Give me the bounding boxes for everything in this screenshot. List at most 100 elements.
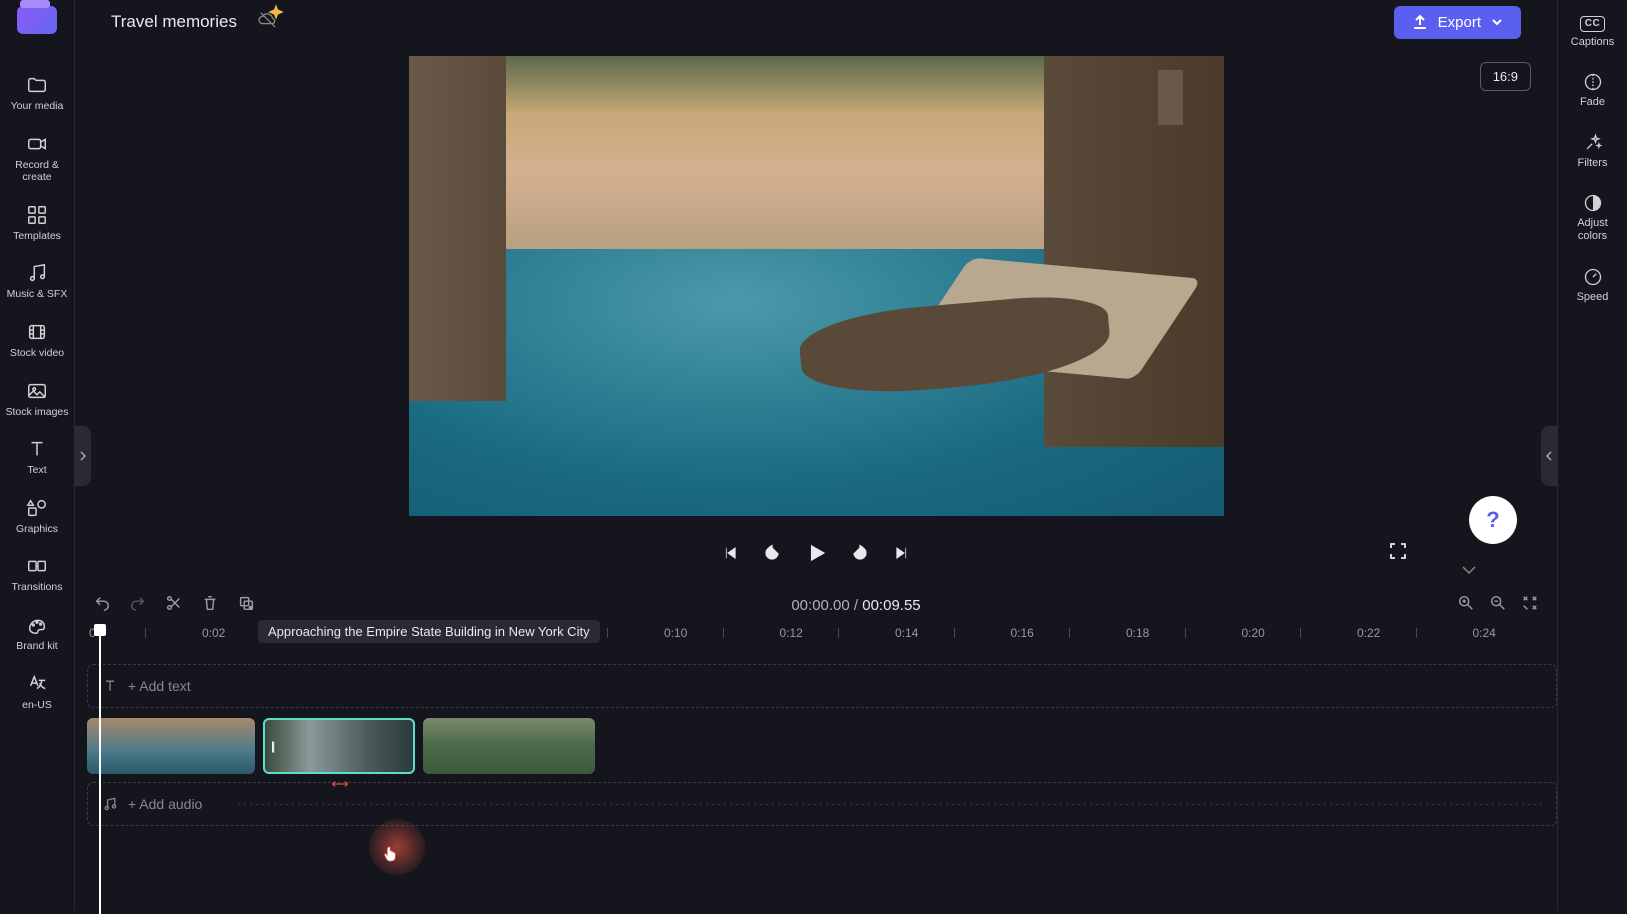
sidebar-item-brand-kit[interactable]: Brand kit: [3, 604, 71, 663]
zoom-out-button[interactable]: [1489, 594, 1507, 617]
templates-icon: [26, 204, 48, 226]
brand-kit-icon: [26, 614, 48, 636]
text-track[interactable]: + Add text Approaching the Empire State …: [87, 664, 1557, 708]
clip-trim-handle-icon: ||: [271, 739, 273, 753]
sidebar-item-stock-video[interactable]: Stock video: [3, 311, 71, 370]
sidebar-item-music-sfx[interactable]: Music & SFX: [3, 252, 71, 311]
zoom-in-button[interactable]: [1457, 594, 1475, 617]
sidebar-item-graphics[interactable]: Graphics: [3, 487, 71, 546]
ruler-minor-tick: [607, 628, 608, 638]
ruler-minor-tick: [954, 628, 955, 638]
ruler-tick-label: 0:24: [1473, 626, 1496, 640]
sidebar-item-stock-images[interactable]: Stock images: [3, 370, 71, 429]
ruler-minor-tick: [145, 628, 146, 638]
right-sidebar-item-captions[interactable]: CC Captions: [1563, 4, 1623, 60]
text-icon: [102, 678, 118, 694]
export-button[interactable]: Export: [1394, 6, 1521, 39]
sparkle-icon: [265, 3, 287, 21]
preview-area: 16:9 5 5 ?: [75, 44, 1557, 584]
transitions-icon: [26, 555, 48, 577]
undo-button[interactable]: [93, 594, 111, 617]
text-track-placeholder: + Add text: [128, 678, 191, 694]
skip-end-button[interactable]: [893, 544, 911, 562]
timeline-tracks: + Add text Approaching the Empire State …: [87, 664, 1557, 826]
cloud-sync-off-icon[interactable]: [257, 11, 279, 34]
skip-start-button[interactable]: [721, 544, 739, 562]
adjust-colors-icon: [1583, 193, 1603, 213]
film-icon: [26, 321, 48, 343]
right-sidebar-item-speed[interactable]: Speed: [1563, 255, 1623, 316]
delete-button[interactable]: [201, 594, 219, 617]
sidebar-item-label: en-US: [22, 699, 52, 712]
sidebar-item-label: Music & SFX: [7, 288, 68, 301]
ruler-minor-tick: [1069, 628, 1070, 638]
graphics-icon: [26, 497, 48, 519]
sidebar-item-label: Text: [27, 464, 46, 477]
sidebar-item-language[interactable]: en-US: [3, 663, 71, 722]
help-button[interactable]: ?: [1469, 496, 1517, 544]
playhead[interactable]: [99, 626, 101, 914]
sidebar-item-templates[interactable]: Templates: [3, 194, 71, 253]
folder-icon: [26, 74, 48, 96]
split-button[interactable]: [165, 594, 183, 617]
ruler-tick-label: 0:12: [780, 626, 803, 640]
sidebar-item-record-create[interactable]: Record & create: [3, 123, 71, 194]
sidebar-item-label: Your media: [11, 100, 64, 113]
ruler-tick-label: 0:16: [1011, 626, 1034, 640]
time-current: 00:00.00: [791, 597, 849, 614]
ruler-minor-tick: [838, 628, 839, 638]
right-sidebar-item-adjust-colors[interactable]: Adjust colors: [1563, 181, 1623, 254]
video-preview-canvas[interactable]: [409, 56, 1224, 516]
time-display: 00:00.00 / 00:09.55: [273, 597, 1439, 614]
right-sidebar-item-label: Fade: [1580, 96, 1605, 109]
ruler-minor-tick: [1300, 628, 1301, 638]
sidebar-item-label: Templates: [13, 230, 61, 243]
sidebar-item-your-media[interactable]: Your media: [3, 64, 71, 123]
duplicate-button[interactable]: [237, 594, 255, 617]
redo-button[interactable]: [129, 594, 147, 617]
aspect-ratio-button[interactable]: 16:9: [1480, 62, 1531, 91]
video-clip-3[interactable]: [423, 718, 595, 774]
export-button-label: Export: [1438, 14, 1481, 31]
music-icon: [102, 796, 118, 812]
ruler-minor-tick: [723, 628, 724, 638]
video-track[interactable]: ||: [87, 716, 1557, 776]
sidebar-item-label: Graphics: [16, 523, 58, 536]
right-sidebar-item-label: Filters: [1578, 157, 1608, 170]
right-sidebar-item-label: Speed: [1577, 291, 1609, 304]
sidebar-item-text[interactable]: Text: [3, 428, 71, 487]
timeline-section: 00:00.00 / 00:09.55 0 0:020:040:060:080:…: [75, 584, 1557, 911]
zoom-fit-button[interactable]: [1521, 594, 1539, 617]
left-sidebar: Your media Record & create Templates Mus…: [0, 0, 75, 911]
camera-icon: [26, 133, 48, 155]
cc-icon: CC: [1580, 16, 1605, 32]
forward-5s-button[interactable]: 5: [851, 544, 869, 562]
fade-icon: [1583, 72, 1603, 92]
play-button[interactable]: [805, 542, 827, 564]
video-clip-1[interactable]: [87, 718, 255, 774]
project-title[interactable]: Travel memories: [111, 12, 237, 32]
top-bar: Travel memories Export: [75, 0, 1557, 44]
app-logo[interactable]: [17, 6, 57, 34]
fullscreen-button[interactable]: [1389, 542, 1407, 565]
audio-track[interactable]: + Add audio: [87, 782, 1557, 826]
upload-icon: [1412, 14, 1428, 30]
video-clip-2-selected[interactable]: ||: [263, 718, 415, 774]
right-sidebar-item-filters[interactable]: Filters: [1563, 121, 1623, 182]
sidebar-item-transitions[interactable]: Transitions: [3, 545, 71, 604]
ruler-tick-label: 0:02: [202, 626, 225, 640]
ruler-minor-tick: [1416, 628, 1417, 638]
ruler-tick-label: 0:20: [1242, 626, 1265, 640]
filters-icon: [1583, 133, 1603, 153]
rewind-5s-button[interactable]: 5: [763, 544, 781, 562]
audio-track-placeholder: + Add audio: [128, 796, 202, 812]
right-sidebar-item-fade[interactable]: Fade: [1563, 60, 1623, 121]
image-icon: [26, 380, 48, 402]
sidebar-item-label: Brand kit: [16, 640, 57, 653]
speed-icon: [1583, 267, 1603, 287]
collapse-preview-handle[interactable]: [1461, 562, 1477, 580]
right-sidebar-item-label: Captions: [1571, 36, 1614, 49]
sidebar-item-label: Stock video: [10, 347, 64, 360]
playback-controls: 5 5: [75, 542, 1557, 564]
sidebar-item-label: Transitions: [12, 581, 63, 594]
